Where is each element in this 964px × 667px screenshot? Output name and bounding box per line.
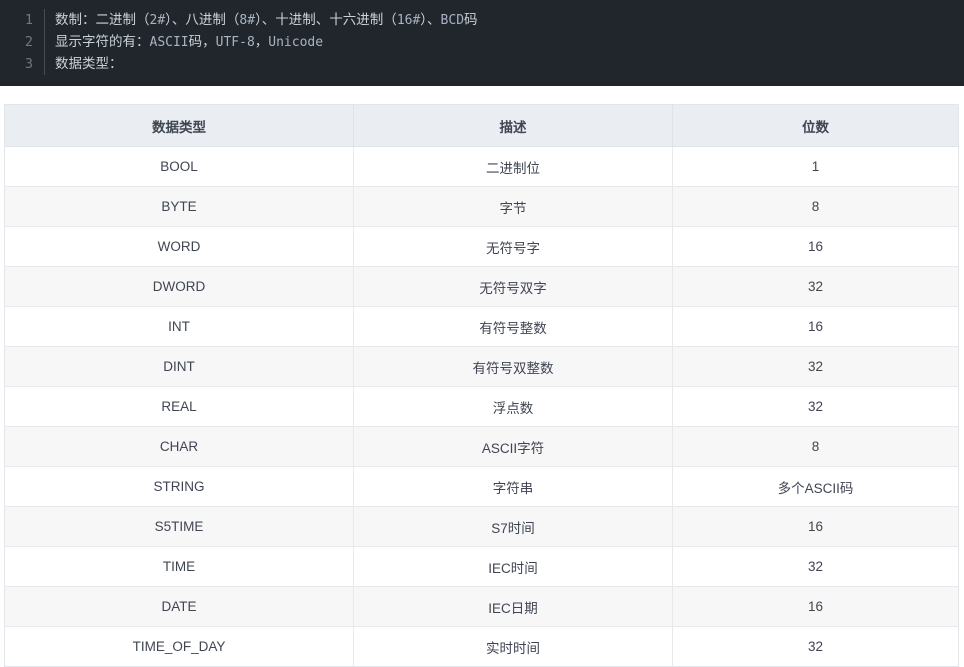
- cell-description: 有符号整数: [354, 307, 673, 347]
- code-line-number: 3: [0, 53, 44, 75]
- cell-data-type: TIME_OF_DAY: [5, 627, 354, 667]
- cell-data-type: DINT: [5, 347, 354, 387]
- cell-data-type: CHAR: [5, 427, 354, 467]
- cell-description: 二进制位: [354, 147, 673, 187]
- table-row: DATEIEC日期16: [5, 587, 959, 627]
- table-body: BOOL二进制位1BYTE字节8WORD无符号字16DWORD无符号双字32IN…: [5, 147, 959, 667]
- code-token-mono: BCD: [441, 13, 464, 28]
- code-token-text: 码: [464, 12, 478, 27]
- code-token-text: ）、八进制（: [165, 12, 239, 27]
- table-row: TIMEIEC时间32: [5, 547, 959, 587]
- cell-bits: 16: [673, 307, 959, 347]
- table-row: DWORD无符号双字32: [5, 267, 959, 307]
- table-row: WORD无符号字16: [5, 227, 959, 267]
- code-token-text: ）、十进制、十六进制（: [255, 12, 397, 27]
- column-header-bits: 位数: [673, 105, 959, 147]
- code-token-text: 显示字符的有：: [55, 34, 150, 49]
- code-token-mono: UTF-8: [216, 35, 255, 50]
- code-line-list: 1数制：二进制（2#）、八进制（8#）、十进制、十六进制（16#）、BCD码2显…: [0, 9, 964, 75]
- code-token-mono: 16#: [397, 13, 420, 28]
- cell-data-type: TIME: [5, 547, 354, 587]
- cell-data-type: DWORD: [5, 267, 354, 307]
- table-row: S5TIMES7时间16: [5, 507, 959, 547]
- code-token-mono: ASCII: [150, 35, 189, 50]
- cell-bits: 32: [673, 547, 959, 587]
- cell-description: ASCII字符: [354, 427, 673, 467]
- table-row: DINT有符号双整数32: [5, 347, 959, 387]
- cell-description: 浮点数: [354, 387, 673, 427]
- cell-description: 有符号双整数: [354, 347, 673, 387]
- code-line-text: 数制：二进制（2#）、八进制（8#）、十进制、十六进制（16#）、BCD码: [44, 9, 478, 32]
- cell-bits: 16: [673, 227, 959, 267]
- data-type-table-container: 数据类型 描述 位数 BOOL二进制位1BYTE字节8WORD无符号字16DWO…: [0, 104, 964, 667]
- cell-bits: 16: [673, 587, 959, 627]
- cell-description: 无符号字: [354, 227, 673, 267]
- code-token-text: 码，: [189, 34, 216, 49]
- code-token-text: ，: [255, 34, 269, 49]
- cell-description: IEC日期: [354, 587, 673, 627]
- cell-description: S7时间: [354, 507, 673, 547]
- cell-data-type: S5TIME: [5, 507, 354, 547]
- cell-description: 字符串: [354, 467, 673, 507]
- table-row: STRING字符串多个ASCII码: [5, 467, 959, 507]
- code-token-text: 数据类型：: [55, 56, 123, 71]
- column-header-data-type: 数据类型: [5, 105, 354, 147]
- code-block: 1数制：二进制（2#）、八进制（8#）、十进制、十六进制（16#）、BCD码2显…: [0, 0, 964, 86]
- code-line-number: 2: [0, 31, 44, 53]
- table-row: TIME_OF_DAY实时时间32: [5, 627, 959, 667]
- cell-bits: 8: [673, 187, 959, 227]
- cell-bits: 1: [673, 147, 959, 187]
- table-row: CHARASCII字符8: [5, 427, 959, 467]
- section-spacer: [0, 86, 964, 104]
- table-row: BYTE字节8: [5, 187, 959, 227]
- code-token-mono: 2#: [150, 13, 166, 28]
- code-token-mono: 8#: [239, 13, 255, 28]
- cell-bits: 32: [673, 347, 959, 387]
- cell-bits: 8: [673, 427, 959, 467]
- cell-bits: 多个ASCII码: [673, 467, 959, 507]
- cell-bits: 32: [673, 627, 959, 667]
- code-token-text: ）、: [420, 12, 440, 27]
- code-line-number: 1: [0, 9, 44, 31]
- cell-data-type: BYTE: [5, 187, 354, 227]
- cell-description: 实时时间: [354, 627, 673, 667]
- cell-data-type: BOOL: [5, 147, 354, 187]
- code-line-text: 数据类型：: [44, 53, 123, 75]
- data-type-table: 数据类型 描述 位数 BOOL二进制位1BYTE字节8WORD无符号字16DWO…: [4, 104, 959, 667]
- table-header-row: 数据类型 描述 位数: [5, 105, 959, 147]
- cell-data-type: STRING: [5, 467, 354, 507]
- cell-data-type: WORD: [5, 227, 354, 267]
- cell-data-type: INT: [5, 307, 354, 347]
- cell-data-type: DATE: [5, 587, 354, 627]
- column-header-description: 描述: [354, 105, 673, 147]
- table-header: 数据类型 描述 位数: [5, 105, 959, 147]
- table-row: BOOL二进制位1: [5, 147, 959, 187]
- code-line: 3 数据类型：: [0, 53, 964, 75]
- cell-bits: 32: [673, 267, 959, 307]
- table-row: REAL浮点数32: [5, 387, 959, 427]
- code-line: 1数制：二进制（2#）、八进制（8#）、十进制、十六进制（16#）、BCD码: [0, 9, 964, 31]
- cell-description: 字节: [354, 187, 673, 227]
- cell-description: 无符号双字: [354, 267, 673, 307]
- table-row: INT有符号整数16: [5, 307, 959, 347]
- code-token-text: 数制：二进制（: [55, 12, 150, 27]
- code-token-mono: Unicode: [268, 35, 323, 50]
- cell-description: IEC时间: [354, 547, 673, 587]
- code-line: 2显示字符的有：ASCII码，UTF-8，Unicode: [0, 31, 964, 53]
- code-line-text: 显示字符的有：ASCII码，UTF-8，Unicode: [44, 31, 323, 54]
- cell-bits: 32: [673, 387, 959, 427]
- cell-data-type: REAL: [5, 387, 354, 427]
- cell-bits: 16: [673, 507, 959, 547]
